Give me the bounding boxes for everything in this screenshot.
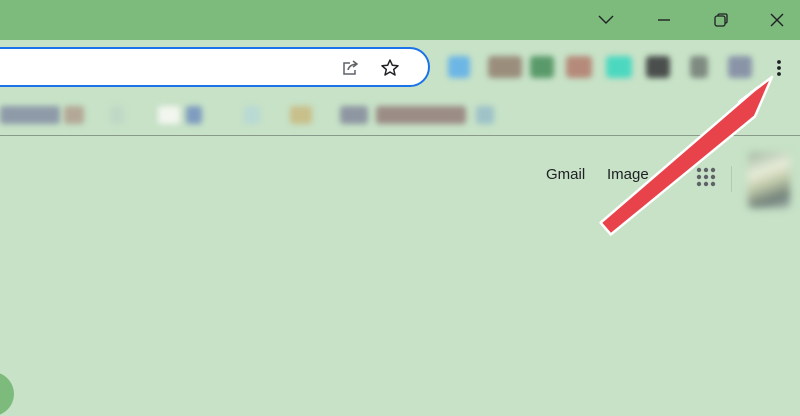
extension-icon[interactable]: [690, 56, 708, 78]
bookmark-item[interactable]: [376, 106, 466, 124]
close-icon: [770, 13, 784, 27]
extension-icon[interactable]: [488, 56, 522, 78]
three-dots-vertical-icon: [777, 60, 781, 76]
account-avatar[interactable]: [748, 152, 790, 208]
bookmark-item[interactable]: [290, 106, 312, 124]
bookmark-item[interactable]: [110, 106, 124, 124]
restore-button[interactable]: [692, 0, 750, 40]
bookmark-item[interactable]: [476, 106, 494, 124]
star-icon[interactable]: [379, 57, 401, 79]
minimize-button[interactable]: [635, 0, 693, 40]
close-button[interactable]: [748, 0, 800, 40]
bookmark-item[interactable]: [186, 106, 202, 124]
bookmark-item[interactable]: [244, 106, 260, 124]
bookmark-item[interactable]: [340, 106, 368, 124]
address-input[interactable]: [12, 57, 346, 79]
extension-icon[interactable]: [606, 56, 632, 78]
browser-menu-button[interactable]: [766, 54, 792, 82]
images-link[interactable]: Image: [607, 166, 649, 183]
google-apps-button[interactable]: [690, 162, 722, 192]
minimize-icon: [658, 19, 670, 21]
extension-icon[interactable]: [448, 56, 470, 78]
tab-search-button[interactable]: [577, 0, 635, 40]
gmail-link[interactable]: Gmail: [546, 166, 585, 183]
share-icon[interactable]: [339, 57, 361, 79]
restore-icon: [714, 13, 728, 27]
decorative-shape: [0, 372, 14, 416]
bookmark-item[interactable]: [64, 106, 84, 124]
title-bar: [0, 0, 800, 40]
divider: [731, 166, 732, 192]
profile-icon[interactable]: [728, 56, 752, 78]
extension-icon[interactable]: [566, 56, 592, 78]
extension-icon[interactable]: [646, 56, 670, 78]
chevron-down-icon: [598, 15, 614, 24]
extension-icon[interactable]: [530, 56, 554, 78]
bookmark-item[interactable]: [158, 106, 180, 124]
address-bar[interactable]: [0, 47, 430, 87]
bookmarks-bar: [0, 98, 800, 136]
bookmark-item[interactable]: [0, 106, 60, 124]
apps-grid-icon: [696, 167, 716, 187]
toolbar: [0, 40, 800, 98]
